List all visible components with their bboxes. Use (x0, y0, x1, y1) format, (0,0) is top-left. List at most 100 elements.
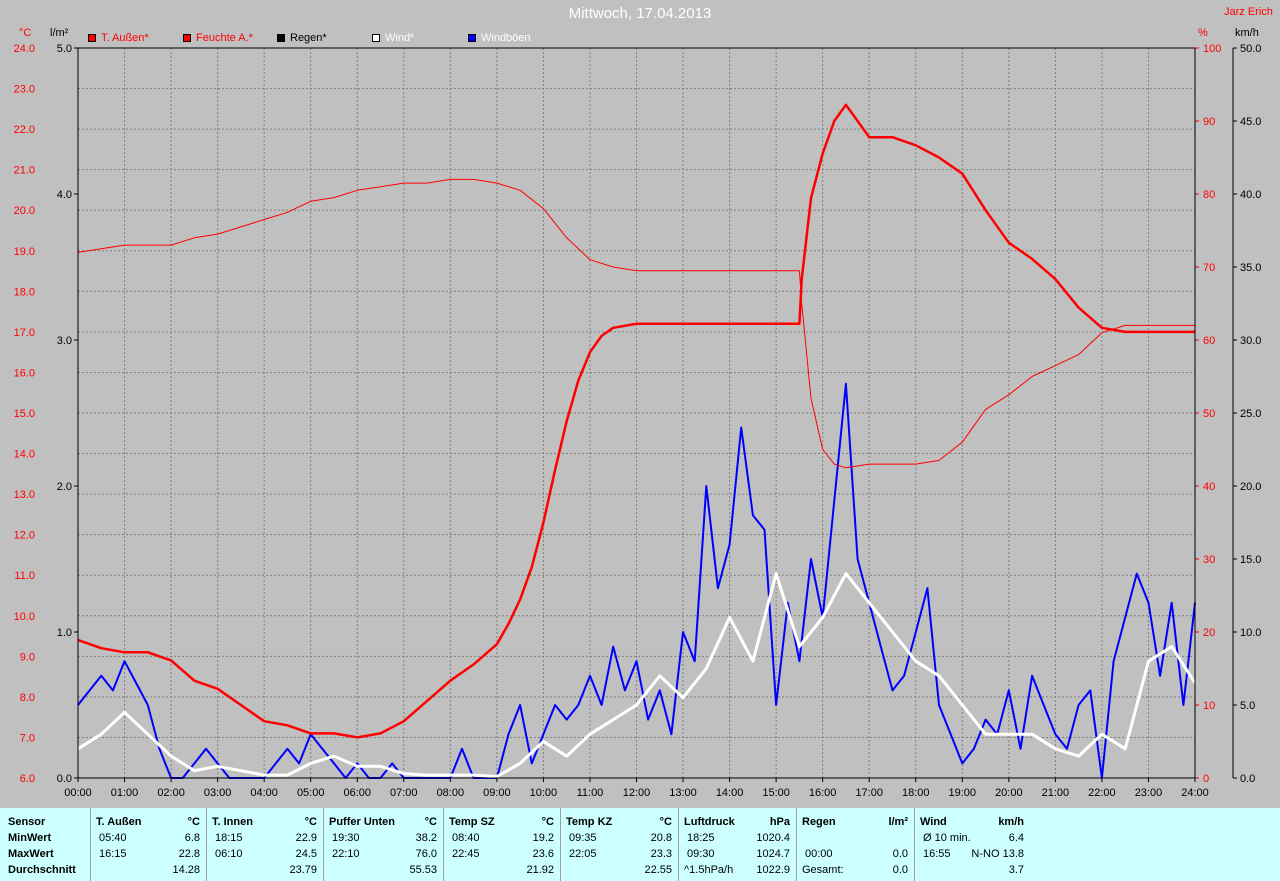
rain-tick-label: 0.0 (57, 773, 72, 785)
row-label-min: MinWert (8, 832, 52, 844)
rain-tick-label: 2.0 (57, 481, 72, 493)
temp-tick-label: 18.0 (14, 286, 35, 298)
x-tick-label: 22:00 (1088, 787, 1116, 799)
stats-max-time: 22:45 (452, 848, 480, 860)
stats-column: Temp KZ °C 09:35 20.8 22:05 23.3 22.55 (560, 808, 678, 881)
legend-item: T. Außen* (88, 31, 149, 45)
stats-max-time: 09:30 (687, 848, 715, 860)
x-tick-label: 07:00 (390, 787, 418, 799)
temp-tick-label: 11.0 (14, 570, 35, 582)
stats-max-time: 06:10 (215, 848, 243, 860)
legend-swatch (277, 34, 285, 42)
legend-item: Windböen (468, 31, 531, 45)
stats-min-time: Ø 10 min. (923, 832, 971, 844)
humidity-tick-label: 60 (1203, 335, 1215, 347)
legend-item: Regen* (277, 31, 327, 45)
stats-column: Wind km/h Ø 10 min. 6.4 16:55 N-NO 13.8 3.7 (914, 808, 1030, 881)
x-tick-label: 21:00 (1042, 787, 1070, 799)
legend-label: T. Außen* (101, 32, 149, 44)
humidity-tick-label: 30 (1203, 554, 1215, 566)
stats-avg-label: Gesamt: (802, 864, 844, 876)
temp-tick-label: 8.0 (20, 692, 35, 704)
temp-tick-label: 17.0 (14, 327, 35, 339)
stats-table: Sensor MinWert MaxWert Durchschnitt T. A… (0, 808, 1280, 881)
wind-tick-label: 40.0 (1240, 189, 1261, 201)
x-tick-label: 20:00 (995, 787, 1023, 799)
stats-col-name: T. Außen (96, 816, 142, 828)
temp-tick-label: 23.0 (14, 84, 35, 96)
humidity-tick-label: 50 (1203, 408, 1215, 420)
temp-tick-label: 6.0 (20, 773, 35, 785)
stats-col-name: Temp KZ (566, 816, 613, 828)
stats-avg-value: 22.55 (644, 864, 672, 876)
stats-avg-value: 3.7 (1008, 864, 1024, 876)
stats-max-value: 76.0 (415, 848, 437, 860)
author-label: Jarz Erich (1224, 6, 1273, 18)
x-tick-label: 11:00 (577, 787, 604, 799)
stats-column: Regen l/m² 00:00 0.0 Gesamt: 0.0 (796, 808, 914, 881)
stats-min-time: 18:15 (215, 832, 243, 844)
stats-min-value: 38.2 (415, 832, 437, 844)
unit-temp-label: °C (19, 27, 32, 39)
stats-min-value: 19.2 (532, 832, 554, 844)
temp-tick-label: 22.0 (14, 124, 35, 136)
stats-col-unit: °C (304, 816, 317, 828)
stats-min-time: 19:30 (332, 832, 360, 844)
legend-label: Windböen (481, 32, 531, 44)
wind-tick-label: 0.0 (1240, 773, 1255, 785)
legend-item: Feuchte A.* (183, 31, 253, 45)
stats-max-time: 22:10 (332, 848, 360, 860)
stats-max-value: 1024.7 (756, 848, 790, 860)
temp-tick-label: 15.0 (14, 408, 35, 420)
chart-title: Mittwoch, 17.04.2013 (568, 5, 712, 22)
rain-tick-label: 5.0 (57, 43, 72, 55)
wind-tick-label: 35.0 (1240, 262, 1261, 274)
x-tick-label: 00:00 (64, 787, 92, 799)
stats-max-time: 16:15 (99, 848, 127, 860)
stats-col-name: Regen (802, 816, 836, 828)
stats-avg-value: 14.28 (172, 864, 200, 876)
unit-humidity-label: % (1198, 27, 1208, 39)
stats-col-name: Puffer Unten (329, 816, 395, 828)
stats-avg-value: 0.0 (892, 864, 908, 876)
stats-max-value: 0.0 (892, 848, 908, 860)
x-tick-label: 23:00 (1135, 787, 1163, 799)
row-label-max: MaxWert (8, 848, 54, 860)
stats-min-time: 05:40 (99, 832, 127, 844)
stats-column: Puffer Unten °C 19:30 38.2 22:10 76.0 55.53 (323, 808, 443, 881)
humidity-tick-label: 100 (1203, 43, 1221, 55)
stats-min-time: 18:25 (687, 832, 715, 844)
chart-background (0, 0, 1280, 808)
stats-column: T. Außen °C 05:40 6.8 16:15 22.8 14.28 (90, 808, 206, 881)
stats-column: T. Innen °C 18:15 22.9 06:10 24.5 23.79 (206, 808, 323, 881)
legend-swatch (468, 34, 476, 42)
stats-col-unit: km/h (998, 816, 1024, 828)
legend-swatch (183, 34, 191, 42)
stats-avg-value: 55.53 (409, 864, 437, 876)
x-tick-label: 15:00 (762, 787, 790, 799)
humidity-tick-label: 70 (1203, 262, 1215, 274)
legend-swatch (88, 34, 96, 42)
stats-min-value: 6.8 (184, 832, 200, 844)
wind-tick-label: 20.0 (1240, 481, 1261, 493)
humidity-tick-label: 90 (1203, 116, 1215, 128)
stats-min-time: 09:35 (569, 832, 597, 844)
stats-min-value: 20.8 (650, 832, 672, 844)
temp-tick-label: 12.0 (14, 530, 35, 542)
stats-min-value: 22.9 (295, 832, 317, 844)
stats-col-unit: l/m² (888, 816, 908, 828)
unit-wind-label: km/h (1235, 27, 1259, 39)
stats-column: Temp SZ °C 08:40 19.2 22:45 23.6 21.92 (443, 808, 560, 881)
wind-tick-label: 15.0 (1240, 554, 1261, 566)
x-tick-label: 17:00 (855, 787, 883, 799)
x-tick-label: 13:00 (669, 787, 697, 799)
legend-label: Wind* (385, 32, 415, 44)
temp-tick-label: 13.0 (14, 489, 35, 501)
stats-col-unit: °C (187, 816, 200, 828)
humidity-tick-label: 0 (1203, 773, 1209, 785)
stats-min-time: 08:40 (452, 832, 480, 844)
temp-tick-label: 24.0 (14, 43, 35, 55)
temp-tick-label: 16.0 (14, 367, 35, 379)
stats-col-name: T. Innen (212, 816, 253, 828)
weather-chart: 6.0 7.0 8.0 9.0 10.0 11.0 12.0 13.0 14.0 15.0 16.0… (0, 0, 1280, 808)
